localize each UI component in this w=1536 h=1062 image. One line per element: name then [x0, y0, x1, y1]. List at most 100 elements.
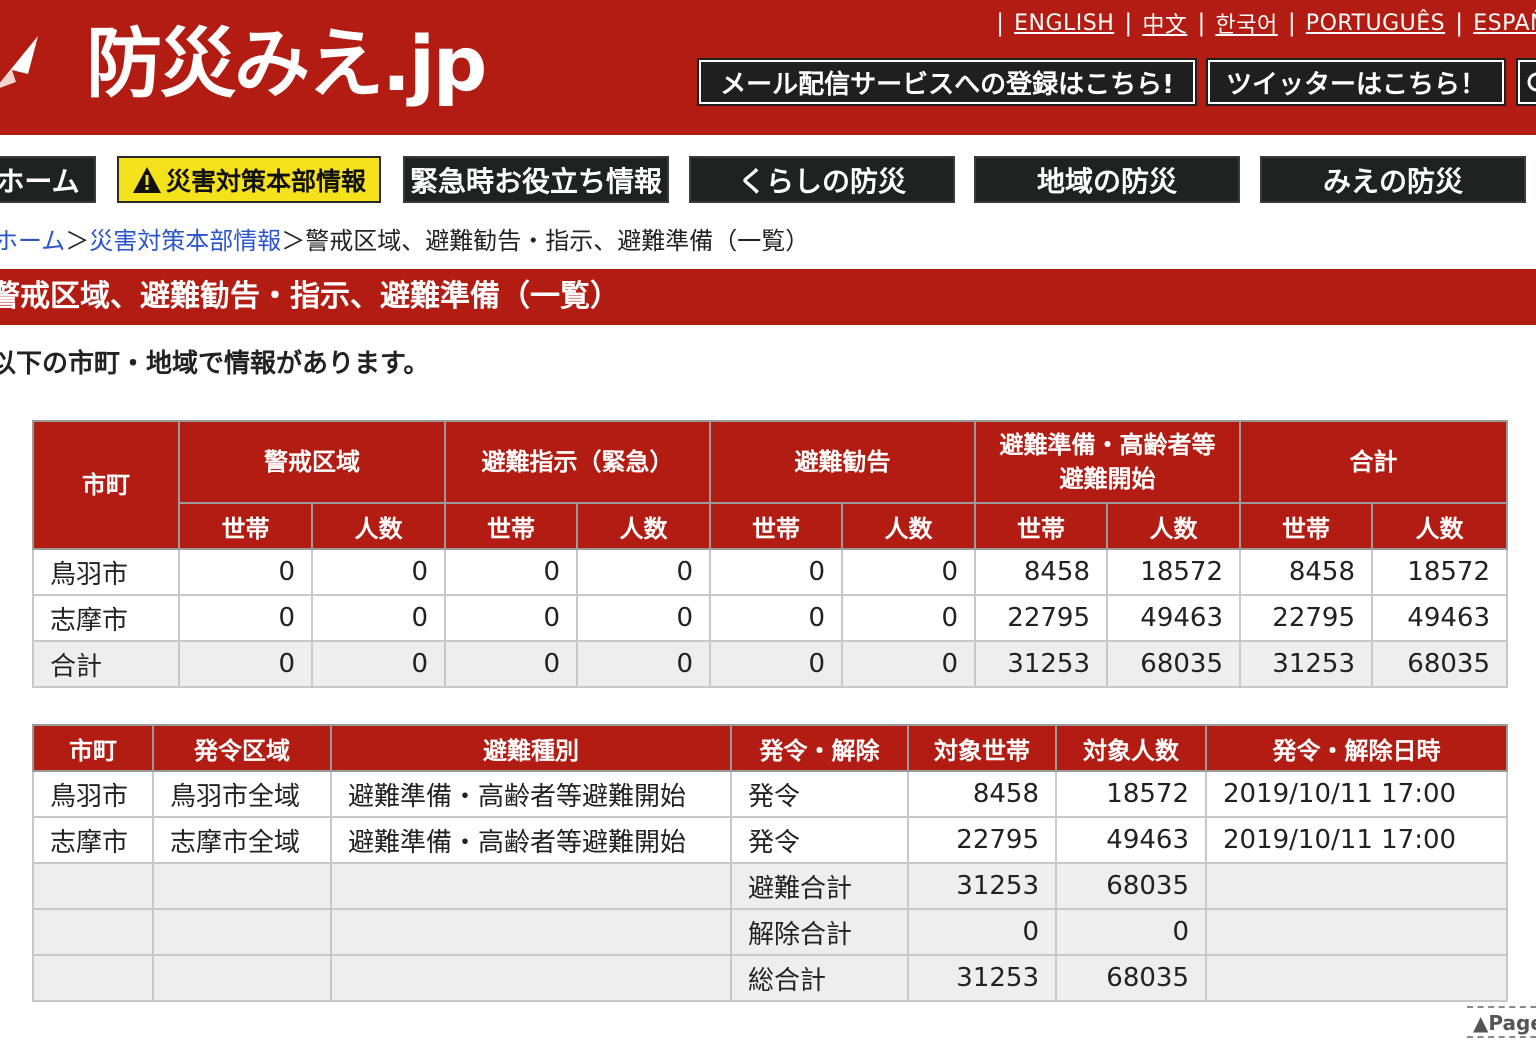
- cell-value: 0: [178, 548, 313, 596]
- extra-header-button[interactable]: [1516, 58, 1536, 106]
- cell-value: 31253: [974, 640, 1108, 688]
- header-target-households: 対象世帯: [907, 724, 1057, 772]
- subheader-households: 世帯: [709, 502, 843, 550]
- cell-value: 0: [311, 594, 446, 642]
- cell-value: 0: [444, 548, 578, 596]
- cell-households: 31253: [907, 954, 1057, 1002]
- cell-area: 志摩市全域: [152, 816, 332, 864]
- cell-value: 0: [709, 548, 843, 596]
- cell-status: 発令: [730, 770, 909, 818]
- subheader-people: 人数: [576, 502, 711, 550]
- nav-living-disaster[interactable]: くらしの防災: [689, 156, 955, 203]
- cell-empty: [330, 908, 732, 956]
- cell-total-label: 総合計: [730, 954, 909, 1002]
- cell-empty: [152, 862, 332, 910]
- cell-households: 8458: [907, 770, 1057, 818]
- warning-icon: [132, 166, 161, 193]
- intro-text: 以下の市町・地域で情報があります。: [0, 349, 430, 379]
- cell-households: 0: [907, 908, 1057, 956]
- lang-link-english[interactable]: ENGLISH: [1014, 11, 1114, 36]
- header-warning-zone: 警戒区域: [178, 420, 446, 504]
- lang-separator: |: [996, 9, 1005, 37]
- lang-link-spanish[interactable]: ESPAÑOL: [1473, 11, 1536, 36]
- cell-empty: [1205, 954, 1508, 1002]
- header-target-people: 対象人数: [1055, 724, 1207, 772]
- lang-separator: |: [1287, 9, 1296, 37]
- cell-city: 鳥羽市: [32, 548, 180, 596]
- cell-value: 0: [311, 640, 446, 688]
- page-top-link[interactable]: ▲Page: [1467, 1006, 1536, 1038]
- table-total-row: 避難合計 31253 68035: [32, 862, 1508, 910]
- cell-people: 68035: [1055, 954, 1207, 1002]
- cell-value: 0: [311, 548, 446, 596]
- logo-icon[interactable]: [0, 30, 44, 100]
- cell-evac-type: 避難準備・高齢者等避難開始: [330, 816, 732, 864]
- detail-table: 市町 発令区域 避難種別 発令・解除 対象世帯 対象人数 発令・解除日時 鳥羽市…: [32, 724, 1508, 1002]
- cell-datetime: 2019/10/11 17:00: [1205, 816, 1508, 864]
- cell-empty: [32, 954, 154, 1002]
- breadcrumb: ホーム＞災害対策本部情報＞警戒区域、避難勧告・指示、避難準備（一覧）: [0, 222, 809, 260]
- cell-status: 発令: [730, 816, 909, 864]
- cell-empty: [330, 862, 732, 910]
- header-evac-advisory: 避難勧告: [709, 420, 976, 504]
- table-row: 鳥羽市 鳥羽市全域 避難準備・高齢者等避難開始 発令 8458 18572 20…: [32, 770, 1508, 818]
- header-area: 発令区域: [152, 724, 332, 772]
- table-row: 鳥羽市 0 0 0 0 0 0 8458 18572 8458 18572: [32, 548, 1508, 596]
- table-row: 志摩市 志摩市全域 避難準備・高齢者等避難開始 発令 22795 49463 2…: [32, 816, 1508, 864]
- cell-empty: [1205, 908, 1508, 956]
- lang-link-portuguese[interactable]: PORTUGUÊS: [1306, 11, 1445, 36]
- page-title: 警戒区域、避難勧告・指示、避難準備（一覧）: [0, 279, 620, 314]
- language-bar: | ENGLISH | 中文 | 한국어 | PORTUGUÊS | ESPAÑ…: [986, 6, 1536, 40]
- breadcrumb-current: 警戒区域、避難勧告・指示、避難準備（一覧）: [305, 227, 810, 255]
- cell-value: 0: [841, 594, 976, 642]
- cell-empty: [1205, 862, 1508, 910]
- cell-value: 18572: [1371, 548, 1508, 596]
- subheader-households: 世帯: [1239, 502, 1373, 550]
- breadcrumb-separator: ＞: [65, 227, 90, 255]
- table-total-row: 合計 0 0 0 0 0 0 31253 68035 31253 68035: [32, 640, 1508, 688]
- subheader-households: 世帯: [974, 502, 1108, 550]
- lang-link-chinese[interactable]: 中文: [1142, 7, 1187, 39]
- lang-separator: |: [1124, 9, 1133, 37]
- breadcrumb-parent[interactable]: 災害対策本部情報: [89, 227, 281, 255]
- cell-city: 鳥羽市: [32, 770, 154, 818]
- cell-people: 68035: [1055, 862, 1207, 910]
- table-total-row: 総合計 31253 68035: [32, 954, 1508, 1002]
- lang-link-korean[interactable]: 한국어: [1215, 7, 1277, 39]
- nav-regional-disaster[interactable]: 地域の防災: [974, 156, 1240, 203]
- subheader-people: 人数: [1106, 502, 1241, 550]
- cell-city: 志摩市: [32, 816, 154, 864]
- header-city: 市町: [32, 420, 180, 550]
- nav-home[interactable]: ホーム: [0, 156, 96, 203]
- cell-value: 0: [444, 594, 578, 642]
- cell-households: 22795: [907, 816, 1057, 864]
- cell-value: 0: [178, 594, 313, 642]
- twitter-button[interactable]: ツイッターはこちら！: [1206, 58, 1506, 106]
- mail-service-button[interactable]: メール配信サービスへの登録はこちら!: [697, 58, 1197, 106]
- nav-emergency-info[interactable]: 緊急時お役立ち情報: [403, 156, 669, 203]
- nav-disaster-hq-label: 災害対策本部情報: [165, 166, 366, 196]
- cell-city: 合計: [32, 640, 180, 688]
- cell-total-label: 解除合計: [730, 908, 909, 956]
- cell-empty: [152, 954, 332, 1002]
- cell-value: 49463: [1371, 594, 1508, 642]
- nav-mie-disaster[interactable]: みえの防災: [1260, 156, 1526, 203]
- cell-households: 31253: [907, 862, 1057, 910]
- breadcrumb-home[interactable]: ホーム: [0, 227, 65, 255]
- header-total: 合計: [1239, 420, 1508, 504]
- header-evac-type: 避難種別: [330, 724, 732, 772]
- cell-area: 鳥羽市全域: [152, 770, 332, 818]
- cell-value: 0: [841, 640, 976, 688]
- cell-value: 0: [709, 640, 843, 688]
- subheader-people: 人数: [1371, 502, 1508, 550]
- header-datetime: 発令・解除日時: [1205, 724, 1508, 772]
- cell-value: 8458: [1239, 548, 1373, 596]
- site-title[interactable]: 防災みえ.jp: [86, 14, 487, 114]
- cell-value: 68035: [1106, 640, 1241, 688]
- cell-value: 22795: [974, 594, 1108, 642]
- refresh-icon: [1527, 72, 1536, 92]
- cell-empty: [152, 908, 332, 956]
- nav-disaster-hq[interactable]: 災害対策本部情報: [117, 156, 381, 203]
- cell-empty: [32, 862, 154, 910]
- cell-value: 18572: [1106, 548, 1241, 596]
